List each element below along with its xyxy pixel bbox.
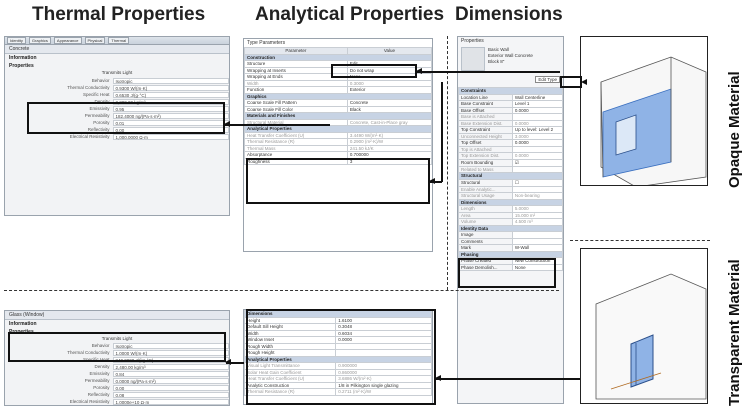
wall-type-thumbnail: [461, 47, 485, 71]
window-drawing: [595, 273, 707, 400]
glass-thermal-property-value[interactable]: 0.00: [112, 384, 229, 391]
heading-thermal-properties: Thermal Properties: [32, 4, 206, 25]
label-transparent-material: Transparent Material: [726, 259, 743, 406]
glass-thermal-property-row: Reflectivity 0.08: [5, 391, 229, 398]
thermal-property-value[interactable]: Isotropic: [112, 77, 229, 84]
tab-thermal[interactable]: Thermal: [108, 37, 130, 44]
glass-thermal-property-value[interactable]: 0.08: [112, 391, 229, 398]
glass-thermal-property-value[interactable]: 0.84: [112, 370, 229, 377]
glass-thermal-property-value[interactable]: 0.0000 ng/(Pa·s·m²): [112, 377, 229, 384]
instance-property-row: Structural ☐: [458, 178, 563, 187]
separator-right: [570, 240, 710, 241]
heading-dimensions: Dimensions: [455, 4, 563, 25]
highlight-analytical-bottom: [246, 309, 436, 405]
thermal-property-row: Specific Heat 0.6530 J/(g·°C): [5, 91, 229, 98]
section-information-glass[interactable]: Information: [5, 320, 229, 328]
material-tabs: Identity Graphics Appearance Physical Th…: [5, 37, 229, 45]
thermal-property-row: Behavior Isotropic: [5, 77, 229, 84]
transparent-window-3d-view: [580, 248, 708, 404]
tab-identity[interactable]: Identity: [7, 37, 26, 44]
glass-thermal-property-label: Electrical Resistivity: [69, 399, 110, 404]
glass-thermal-property-label: Permeability: [84, 378, 110, 383]
connector-vertical: [441, 82, 443, 182]
tab-physical[interactable]: Physical: [84, 37, 106, 44]
element-properties-panel: Properties Basic Wall Exterior Wall Conc…: [457, 36, 564, 404]
properties-title: Properties: [461, 38, 484, 44]
label-opaque-material: Opaque Material: [726, 71, 743, 188]
arrow-window-to-analytical: [435, 375, 580, 381]
asset-name-bar: Concrete: [5, 45, 229, 54]
arrow-thermal-to-structure: [224, 121, 330, 127]
glass-thermal-property-label: Density: [94, 364, 110, 369]
glass-thermal-property-row: Permeability 0.0000 ng/(Pa·s·m²): [5, 377, 229, 384]
instance-property-row: Room Bounding ☑: [458, 158, 563, 167]
separator-vertical: [447, 36, 448, 290]
thermal-property-label: Electrical Resistivity: [69, 134, 110, 139]
glass-thermal-property-row: Electrical Resistivity 1.0000e+10 Ω·m: [5, 398, 229, 405]
highlight-thermal-bottom: [8, 332, 226, 362]
asset-name-glass[interactable]: Glass (Window): [9, 312, 44, 318]
highlight-structure-edit: [331, 64, 417, 78]
type-sub: Block 8": [488, 59, 505, 64]
instance-property-label: Room Bounding: [458, 158, 513, 167]
thermal-property-row: Electrical Resistivity 1,000.0000 Ω·m: [5, 133, 229, 140]
tab-graphics[interactable]: Graphics: [28, 37, 51, 44]
glass-thermal-property-label: Porosity: [93, 385, 110, 390]
transmits-light-label[interactable]: Transmits Light: [5, 70, 229, 77]
separator-line: [4, 290, 559, 291]
opaque-wall-drawing: [600, 56, 707, 185]
highlight-thermal-top: [27, 102, 225, 134]
highlight-dimensions: [458, 258, 556, 288]
glass-thermal-property-row: Porosity 0.00: [5, 384, 229, 391]
thermal-property-label: Specific Heat: [83, 92, 110, 97]
asset-name-bar-glass: Glass (Window): [5, 311, 229, 320]
instance-property-value[interactable]: ☑: [511, 158, 563, 167]
section-information[interactable]: Information: [5, 54, 229, 62]
edit-type-button[interactable]: Edit Type: [535, 75, 560, 83]
heading-analytical-properties: Analytical Properties: [255, 4, 445, 25]
glass-thermal-property-label: Reflectivity: [87, 392, 110, 397]
thermal-property-label: Behavior: [91, 78, 110, 83]
thermal-property-label: Thermal Conductivity: [67, 85, 110, 90]
glass-thermal-property-row: Emissivity 0.84: [5, 370, 229, 377]
glass-thermal-property-row: Density 2,480.00 kg/m³: [5, 363, 229, 370]
thermal-property-row: Thermal Conductivity 0.9300 W/(m·K): [5, 84, 229, 91]
type-parameters-title: Type Parameters: [247, 40, 286, 46]
type-selector[interactable]: Basic Wall Exterior Wall Concrete Block …: [458, 45, 563, 73]
asset-name[interactable]: Concrete: [9, 46, 29, 52]
glass-thermal-property-value[interactable]: 1.0000e+10 Ω·m: [112, 398, 229, 405]
arrow-thermal-glass: [225, 359, 244, 365]
glass-thermal-property-label: Emissivity: [89, 371, 110, 376]
thermal-property-value[interactable]: 0.9300 W/(m·K): [112, 84, 229, 91]
thermal-property-value[interactable]: 1,000.0000 Ω·m: [112, 133, 229, 140]
instance-property-label: Structural: [458, 178, 513, 187]
instance-properties-table: Constraints Location Line Wall Centerline B…: [458, 87, 563, 271]
thermal-property-value[interactable]: 0.6530 J/(g·°C): [112, 91, 229, 98]
arrow-edit-type-to-structure: [416, 68, 560, 74]
tab-appearance[interactable]: Appearance: [53, 37, 82, 44]
glass-thermal-property-value[interactable]: 2,480.00 kg/m³: [112, 363, 229, 370]
figure-canvas: { "headings": { "thermal": "Thermal Prop…: [0, 0, 752, 412]
highlight-analytical-top: [246, 158, 430, 204]
opaque-wall-3d-view: [580, 36, 708, 186]
section-properties[interactable]: Properties: [5, 62, 229, 70]
highlight-edit-type: [560, 76, 582, 88]
instance-property-value[interactable]: ☐: [511, 178, 563, 187]
